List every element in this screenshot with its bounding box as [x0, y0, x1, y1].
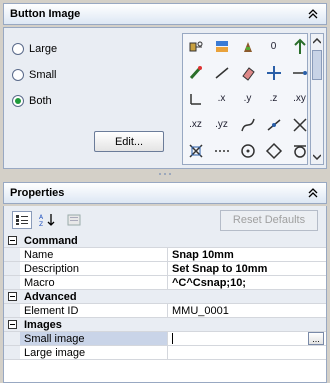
- radio-both[interactable]: Both: [12, 95, 52, 107]
- perpendicular-icon[interactable]: [183, 164, 208, 165]
- eraser-icon[interactable]: [235, 60, 260, 85]
- category-label: Images: [24, 318, 62, 331]
- collapse-up-icon[interactable]: [306, 7, 320, 21]
- nearest-icon[interactable]: [287, 164, 308, 165]
- radio-large-circle[interactable]: [12, 43, 24, 55]
- button-image-panel: Large Small Both Edit... 0 .x .y .z .xy .xz .y…: [3, 27, 327, 169]
- intersection-icon[interactable]: [287, 112, 307, 137]
- radio-both-label: Both: [29, 95, 52, 107]
- category-advanced[interactable]: Advanced: [4, 290, 326, 304]
- panel-splitter[interactable]: [3, 170, 327, 178]
- category-command[interactable]: Command: [4, 234, 326, 248]
- filter-xy-icon[interactable]: .xy: [287, 86, 307, 111]
- arrow-point-icon[interactable]: [287, 60, 307, 85]
- quadrant-icon[interactable]: [261, 138, 286, 163]
- ucs-icon[interactable]: [183, 86, 208, 111]
- text-caret: [172, 333, 173, 344]
- move-icon[interactable]: [261, 60, 286, 85]
- apparent-intersection-icon[interactable]: [183, 138, 208, 163]
- property-name: Name: [20, 248, 168, 261]
- property-value-input[interactable]: [168, 332, 326, 345]
- radio-large-label: Large: [29, 43, 58, 55]
- svg-text:Z: Z: [39, 221, 43, 227]
- property-row-small-image[interactable]: Small image ...: [4, 332, 326, 346]
- browse-ellipsis-button[interactable]: ...: [308, 332, 324, 345]
- property-value[interactable]: [168, 346, 326, 359]
- categorized-icon[interactable]: [12, 211, 32, 229]
- collapse-box-icon[interactable]: [4, 290, 20, 303]
- alphabetical-sort-icon[interactable]: A Z: [38, 211, 58, 229]
- pointer-icon[interactable]: [287, 34, 307, 59]
- collapse-box-icon[interactable]: [4, 234, 20, 247]
- svg-text:A: A: [39, 214, 44, 221]
- properties-toolbar: A Z Reset Defaults: [3, 206, 327, 234]
- scroll-up-icon[interactable]: [311, 34, 323, 48]
- collapse-box-icon[interactable]: [4, 318, 20, 331]
- property-value[interactable]: MMU_0001: [168, 304, 326, 317]
- insert-icon[interactable]: [261, 164, 286, 165]
- property-value[interactable]: Set Snap to 10mm: [168, 262, 326, 275]
- icon-grid: 0 .x .y .z .xy .xz .yz: [182, 33, 308, 165]
- collapse-up-icon[interactable]: [306, 186, 320, 200]
- scroll-down-icon[interactable]: [311, 150, 323, 164]
- paint-icon[interactable]: [235, 34, 260, 59]
- edit-button[interactable]: Edit...: [94, 131, 164, 152]
- filter-y-icon[interactable]: .y: [235, 86, 260, 111]
- layer-icon[interactable]: [209, 34, 234, 59]
- tangent-icon[interactable]: [287, 138, 307, 163]
- category-label: Advanced: [24, 290, 77, 303]
- properties-header[interactable]: Properties: [3, 182, 327, 204]
- filter-x-icon[interactable]: .x: [209, 86, 234, 111]
- property-value[interactable]: ^C^Csnap;10;: [168, 276, 326, 289]
- point-filter-icon[interactable]: 0: [261, 34, 286, 59]
- category-label: Command: [24, 234, 78, 247]
- radio-small-circle[interactable]: [12, 69, 24, 81]
- property-name: Element ID: [20, 304, 168, 317]
- line-icon[interactable]: [209, 60, 234, 85]
- property-name: Macro: [20, 276, 168, 289]
- brush-icon[interactable]: [183, 60, 208, 85]
- extension-icon[interactable]: [209, 138, 234, 163]
- node-icon[interactable]: [235, 164, 260, 165]
- radio-small[interactable]: Small: [12, 69, 57, 81]
- property-row-description[interactable]: Description Set Snap to 10mm: [4, 262, 326, 276]
- property-row-macro[interactable]: Macro ^C^Csnap;10;: [4, 276, 326, 290]
- property-name: Description: [20, 262, 168, 275]
- property-name: Small image: [20, 332, 168, 345]
- filter-z-icon[interactable]: .z: [261, 86, 286, 111]
- category-images[interactable]: Images: [4, 318, 326, 332]
- reset-defaults-button[interactable]: Reset Defaults: [220, 209, 318, 231]
- button-image-header[interactable]: Button Image: [3, 3, 327, 25]
- radio-small-label: Small: [29, 69, 57, 81]
- radio-large[interactable]: Large: [12, 43, 57, 55]
- parallel-icon[interactable]: [209, 164, 234, 165]
- property-name: Large image: [20, 346, 168, 359]
- button-image-title: Button Image: [10, 8, 81, 20]
- icon-grid-scrollbar[interactable]: [310, 33, 324, 165]
- property-row-element-id[interactable]: Element ID MMU_0001: [4, 304, 326, 318]
- grip-icon: [159, 173, 171, 175]
- curve-icon[interactable]: [235, 112, 260, 137]
- center-icon[interactable]: [235, 138, 260, 163]
- scroll-thumb[interactable]: [312, 50, 322, 80]
- properties-title: Properties: [10, 187, 65, 199]
- property-value[interactable]: Snap 10mm: [168, 248, 326, 261]
- property-row-large-image[interactable]: Large image: [4, 346, 326, 360]
- radio-both-circle[interactable]: [12, 95, 24, 107]
- block-icon[interactable]: [183, 34, 208, 59]
- filter-xz-icon[interactable]: .xz: [183, 112, 208, 137]
- spline-icon[interactable]: [261, 112, 286, 137]
- property-pages-icon[interactable]: [64, 211, 84, 229]
- property-row-name[interactable]: Name Snap 10mm: [4, 248, 326, 262]
- property-grid: Command Name Snap 10mm Description Set S…: [3, 234, 327, 383]
- filter-yz-icon[interactable]: .yz: [209, 112, 234, 137]
